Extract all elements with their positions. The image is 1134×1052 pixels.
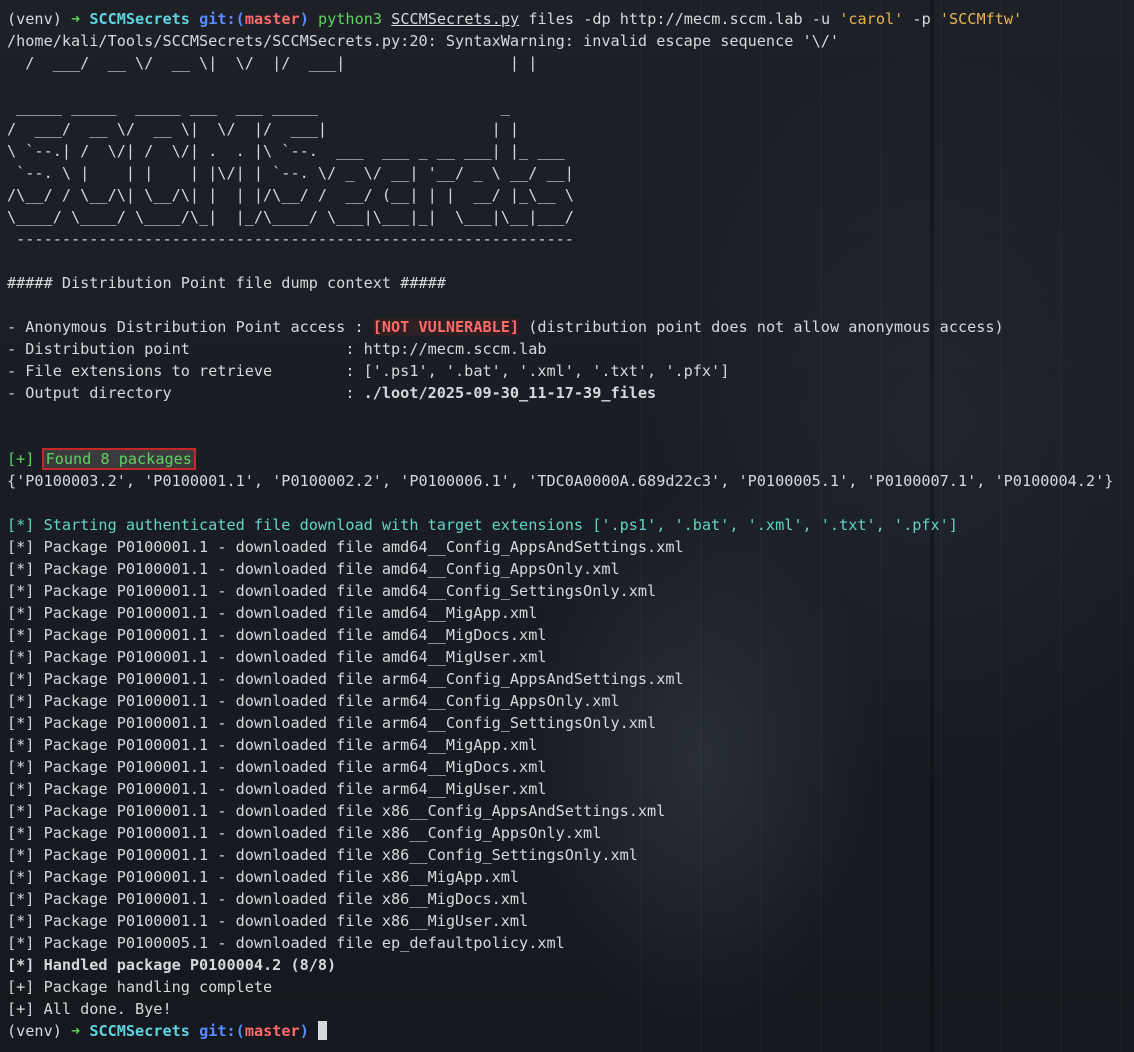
ascii-line: \ `--.| / \/| / \/| . . |\ `--. ___ ___ … xyxy=(7,142,565,160)
command-password: 'SCCMftw' xyxy=(939,10,1023,28)
all-done-line: [+] All done. Bye! xyxy=(7,1000,172,1018)
anon-access-label: - Anonymous Distribution Point access : xyxy=(7,318,373,336)
list-item: [*] Package P0100001.1 - downloaded file… xyxy=(7,604,538,622)
terminal-output: (venv) ➜ SCCMSecrets git:(master) python… xyxy=(7,8,1113,1042)
git-branch: master xyxy=(244,10,300,28)
command-user: 'carol' xyxy=(839,10,904,28)
download-list: [*] Package P0100001.1 - downloaded file… xyxy=(7,536,1113,954)
context-output-directory: - Output directory : ./loot/2025-09-30_1… xyxy=(7,382,1113,404)
list-item: [*] Package P0100001.1 - downloaded file… xyxy=(7,560,620,578)
status-badge: [NOT VULNERABLE] xyxy=(372,318,520,336)
list-item: [*] Package P0100005.1 - downloaded file… xyxy=(7,934,565,952)
list-item: [*] Package P0100001.1 - downloaded file… xyxy=(7,780,547,798)
ascii-line: /\__/ / \__/\| \__/\| | | |/\__/ / __/ (… xyxy=(7,186,574,204)
found-packages-highlight: Found 8 packages xyxy=(41,448,196,470)
ascii-line: ----------------------------------------… xyxy=(7,230,574,248)
context-header: ##### Distribution Point file dump conte… xyxy=(7,274,446,292)
ascii-banner: _____ _____ _____ ___ ___ _____ _ / ___/… xyxy=(7,96,1113,250)
list-item: [*] Package P0100001.1 - downloaded file… xyxy=(7,802,666,820)
prompt-arrow-icon: ➜ xyxy=(71,1022,81,1040)
list-item: [*] Package P0100001.1 - downloaded file… xyxy=(7,736,538,754)
list-item: [*] Package P0100001.1 - downloaded file… xyxy=(7,538,684,556)
list-item: [*] Package P0100001.1 - downloaded file… xyxy=(7,846,638,864)
venv-label: (venv) xyxy=(7,1022,62,1040)
ascii-line: / ___/ __ \/ __ \| \/ |/ ___| | | xyxy=(7,120,520,138)
syntax-warning-tail: / ___/ __ \/ __ \| \/ |/ ___| | | xyxy=(7,54,538,72)
list-item: [*] Package P0100001.1 - downloaded file… xyxy=(7,824,602,842)
list-item: [*] Package P0100001.1 - downloaded file… xyxy=(7,868,520,886)
handled-package-line: [*] Handled package P0100004.2 (8/8) xyxy=(7,956,337,974)
list-item: [*] Package P0100001.1 - downloaded file… xyxy=(7,648,547,666)
text-cursor[interactable] xyxy=(318,1021,327,1040)
success-marker: [+] xyxy=(7,450,35,468)
list-item: [*] Package P0100001.1 - downloaded file… xyxy=(7,890,529,908)
list-item: [*] Package P0100001.1 - downloaded file… xyxy=(7,626,547,644)
git-suffix: ) xyxy=(299,10,309,28)
anon-access-note: (distribution point does not allow anony… xyxy=(519,318,1004,336)
prompt-directory: SCCMSecrets xyxy=(89,1022,190,1040)
git-branch: master xyxy=(244,1022,300,1040)
download-start-line: [*] Starting authenticated file download… xyxy=(7,516,958,534)
list-item: [*] Package P0100001.1 - downloaded file… xyxy=(7,582,657,600)
git-prefix: git:( xyxy=(199,1022,245,1040)
command-script: SCCMSecrets.py xyxy=(391,10,520,28)
found-packages-line: [+] Found 8 packages xyxy=(7,448,1113,470)
syntax-warning: /home/kali/Tools/SCCMSecrets/SCCMSecrets… xyxy=(7,32,840,50)
venv-label: (venv) xyxy=(7,10,62,28)
command-args-2: -p xyxy=(912,10,931,28)
ascii-line: `--. \ | | | | |\/| | `--. \/ _ \/ __| '… xyxy=(7,164,574,182)
git-suffix: ) xyxy=(299,1022,309,1040)
terminal-window[interactable]: (venv) ➜ SCCMSecrets git:(master) python… xyxy=(0,0,1134,1052)
prompt-arrow-icon: ➜ xyxy=(71,10,81,28)
context-file-extensions: - File extensions to retrieve : ['.ps1',… xyxy=(7,362,730,380)
prompt-line[interactable]: (venv) ➜ SCCMSecrets git:(master) xyxy=(7,1020,1113,1042)
output-dir-value: ./loot/2025-09-30_11-17-39_files xyxy=(363,384,657,402)
context-anonymous-access: - Anonymous Distribution Point access : … xyxy=(7,316,1113,338)
list-item: [*] Package P0100001.1 - downloaded file… xyxy=(7,714,657,732)
command-python: python3 xyxy=(318,10,383,28)
ascii-line: _____ _____ _____ ___ ___ _____ _ xyxy=(7,98,510,116)
list-item: [*] Package P0100001.1 - downloaded file… xyxy=(7,758,547,776)
context-distribution-point: - Distribution point : http://mecm.sccm.… xyxy=(7,340,547,358)
list-item: [*] Package P0100001.1 - downloaded file… xyxy=(7,912,529,930)
command-line: (venv) ➜ SCCMSecrets git:(master) python… xyxy=(7,8,1113,30)
prompt-directory: SCCMSecrets xyxy=(89,10,190,28)
packages-set: {'P0100003.2', 'P0100001.1', 'P0100002.2… xyxy=(7,472,1114,490)
list-item: [*] Package P0100001.1 - downloaded file… xyxy=(7,692,620,710)
ascii-line: \____/ \____/ \____/\_| |_/\____/ \___|\… xyxy=(7,208,574,226)
handling-complete-line: [+] Package handling complete xyxy=(7,978,273,996)
list-item: [*] Package P0100001.1 - downloaded file… xyxy=(7,670,684,688)
output-dir-label: - Output directory : xyxy=(7,384,364,402)
git-prefix: git:( xyxy=(199,10,245,28)
command-args-1: files -dp http://mecm.sccm.lab -u xyxy=(528,10,831,28)
